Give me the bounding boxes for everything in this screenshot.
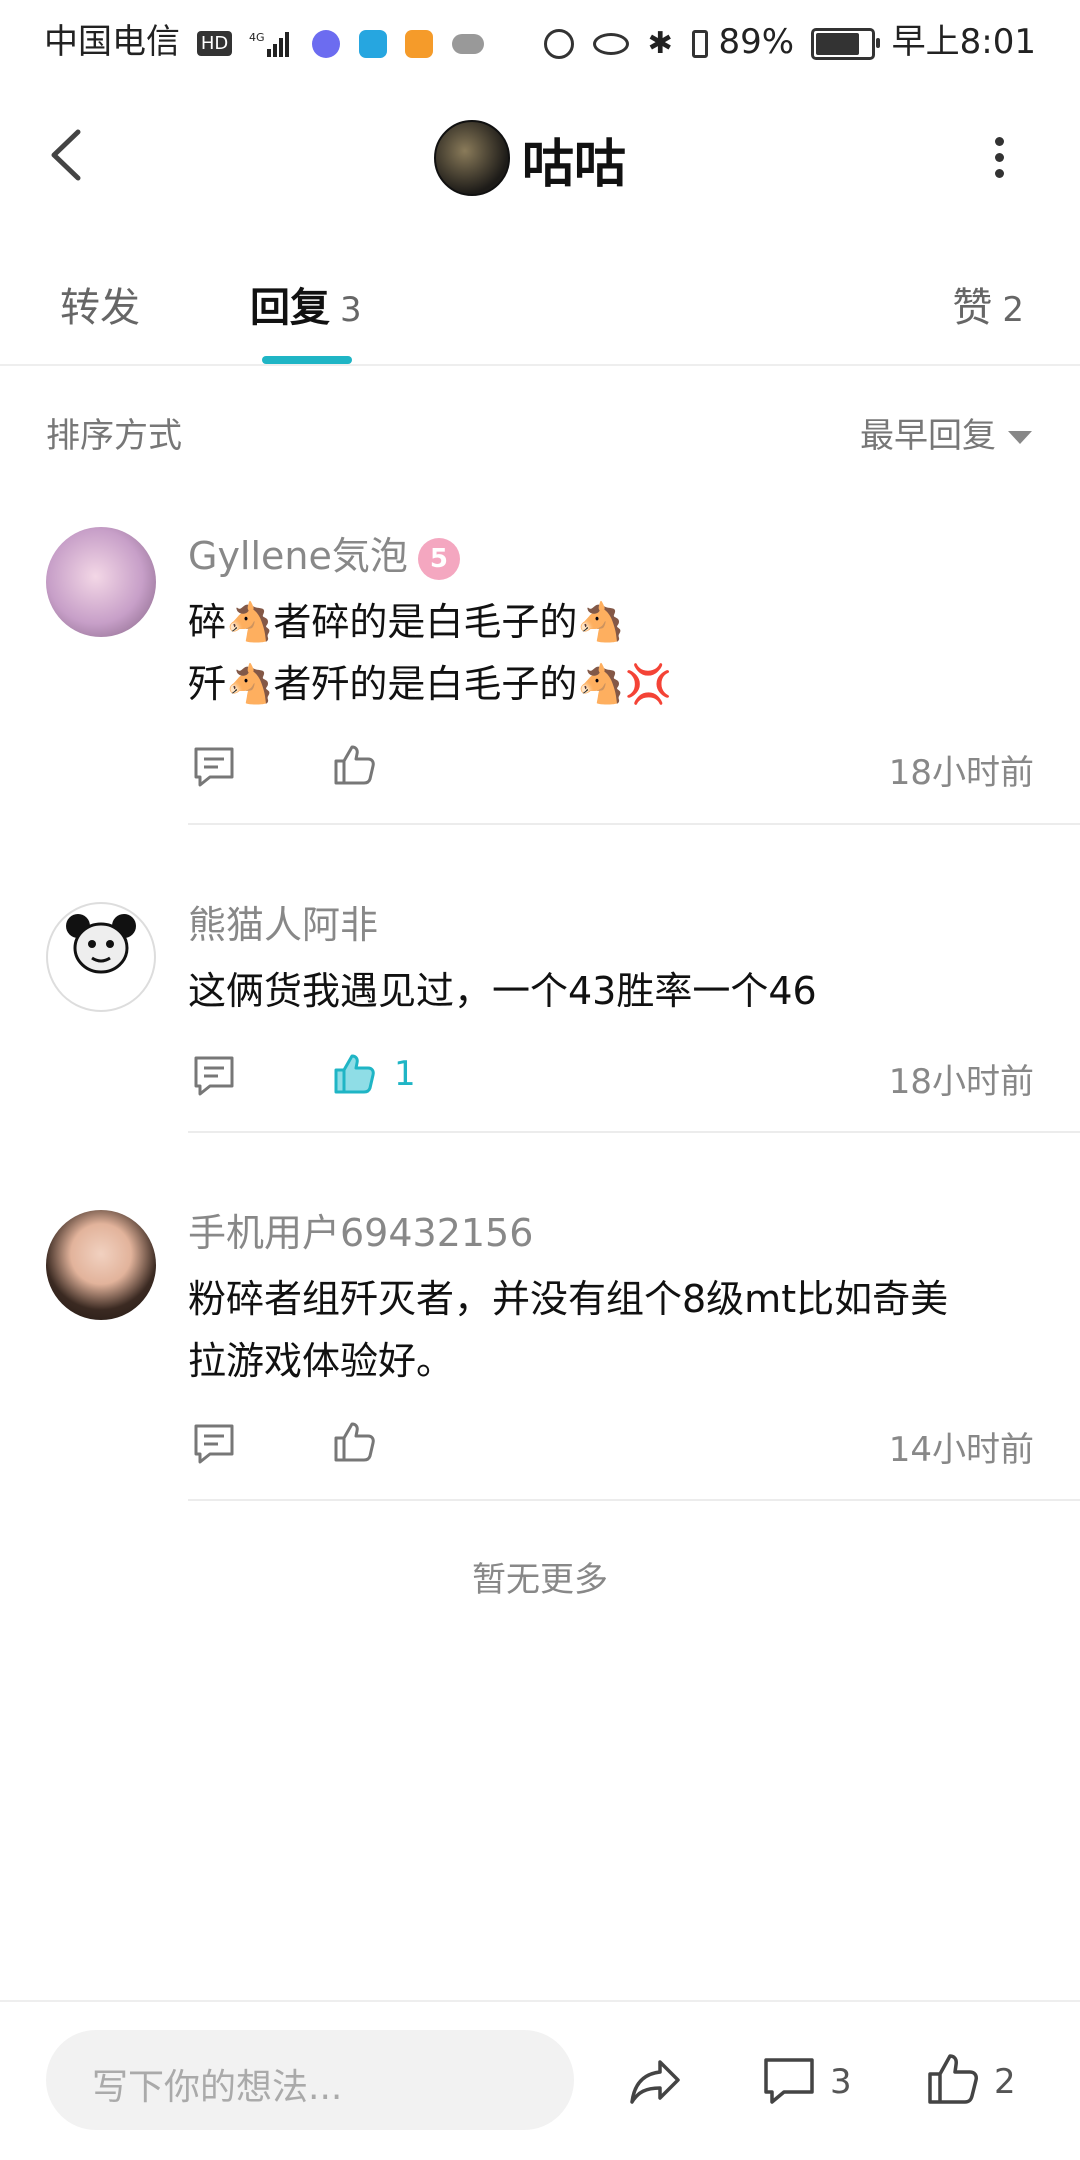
comment-line: 粉碎者组歼灭者，并没有组个8级mt比如奇美 xyxy=(188,1277,949,1321)
comment-line: 歼🐴者歼的是白毛子的🐴💢 xyxy=(188,662,672,706)
status-bar: 中国电信 HD 4G ✱ 89% 早上8:01 xyxy=(0,0,1080,72)
battery-icon xyxy=(810,27,880,60)
commenter-avatar[interactable] xyxy=(46,527,156,637)
vibrate-icon xyxy=(691,29,708,58)
comment-item: 手机用户69432156 粉碎者组歼灭者，并没有组个8级mt比如奇美 拉游戏体验… xyxy=(0,1198,1080,1498)
comment-time: 14小时前 xyxy=(888,1430,1034,1470)
share-icon[interactable] xyxy=(626,2052,684,2110)
carrier-group: 中国电信 HD 4G xyxy=(44,14,485,63)
active-tab-indicator xyxy=(262,356,352,364)
sort-label: 排序方式 xyxy=(46,416,182,456)
more-icon[interactable] xyxy=(984,130,1014,190)
clock: 早上8:01 xyxy=(891,22,1036,62)
bottom-like-count: 2 xyxy=(994,2062,1016,2102)
level-badge: 5 xyxy=(417,537,460,580)
back-icon[interactable] xyxy=(40,120,100,190)
post-author-avatar[interactable] xyxy=(434,120,510,196)
comment-separator xyxy=(188,1499,1080,1501)
tab-replies-count: 3 xyxy=(340,290,362,330)
tab-replies-label: 回复 xyxy=(250,285,330,331)
tab-divider xyxy=(0,364,1080,366)
like-icon[interactable] xyxy=(924,2050,982,2108)
reply-input-placeholder: 写下你的想法... xyxy=(92,2067,343,2108)
tab-replies[interactable]: 回复 3 xyxy=(250,275,362,333)
commenter-name[interactable]: 手机用户69432156 xyxy=(188,1202,533,1257)
page-title: 咕咕 xyxy=(522,135,627,195)
comment-text: 碎🐴者碎的是白毛子的🐴 歼🐴者歼的是白毛子的🐴💢 xyxy=(188,591,1058,715)
bottom-comment-count: 3 xyxy=(830,2062,852,2102)
comment-line: 这俩货我遇见过，一个43胜率一个46 xyxy=(188,969,817,1013)
reply-input[interactable]: 写下你的想法... xyxy=(46,2030,574,2130)
carrier-label: 中国电信 xyxy=(44,22,180,62)
comment-item: 熊猫人阿非 这俩货我遇见过，一个43胜率一个46 1 18小时前 xyxy=(0,890,1080,1130)
comment-icon[interactable] xyxy=(190,1052,238,1100)
hd-icon: HD xyxy=(196,31,233,56)
comment-icon[interactable] xyxy=(190,743,238,791)
comment-separator xyxy=(188,1131,1080,1133)
music-app-icon xyxy=(311,29,340,58)
caret-down-icon xyxy=(1008,431,1032,444)
tab-likes-count: 2 xyxy=(1002,290,1024,330)
signal-icon: 4G xyxy=(249,31,290,57)
like-icon[interactable] xyxy=(330,741,378,789)
commenter-avatar[interactable] xyxy=(46,1210,156,1320)
comment-time: 18小时前 xyxy=(888,1062,1034,1102)
comment-time: 18小时前 xyxy=(888,753,1034,793)
comment-text: 粉碎者组歼灭者，并没有组个8级mt比如奇美 拉游戏体验好。 xyxy=(188,1268,1058,1392)
status-right-group: ✱ 89% 早上8:01 xyxy=(544,14,1036,63)
commenter-name[interactable]: 熊猫人阿非 xyxy=(188,894,378,949)
comment-icon[interactable] xyxy=(760,2052,818,2110)
tab-forward[interactable]: 转发 xyxy=(60,275,140,333)
no-more-label: 暂无更多 xyxy=(472,1560,608,1600)
panda-meme-icon xyxy=(62,914,140,998)
comment-icon[interactable] xyxy=(190,1420,238,1468)
tab-forward-label: 转发 xyxy=(60,285,140,331)
like-icon-active[interactable] xyxy=(330,1050,378,1098)
comment-item: Gyllene気泡 5 碎🐴者碎的是白毛子的🐴 歼🐴者歼的是白毛子的🐴💢 18小时… xyxy=(0,515,1080,825)
like-icon[interactable] xyxy=(330,1418,378,1466)
commenter-name[interactable]: Gyllene気泡 5 xyxy=(188,525,460,580)
comment-line: 碎🐴者碎的是白毛子的🐴 xyxy=(188,600,625,644)
sort-dropdown[interactable]: 最早回复 xyxy=(860,408,1032,457)
tab-likes[interactable]: 赞2 xyxy=(952,275,1024,333)
tab-likes-label: 赞 xyxy=(952,285,993,331)
battery-level xyxy=(815,32,859,55)
commenter-avatar[interactable] xyxy=(46,902,156,1012)
sort-value: 最早回复 xyxy=(860,416,996,456)
bottom-divider xyxy=(0,2000,1080,2002)
comment-text: 这俩货我遇见过，一个43胜率一个46 xyxy=(188,960,1058,1022)
video-app-icon xyxy=(405,29,434,58)
like-count: 1 xyxy=(394,1054,416,1094)
nfc-icon xyxy=(544,28,575,59)
comment-separator xyxy=(188,823,1080,825)
comment-line: 拉游戏体验好。 xyxy=(188,1339,455,1383)
reader-app-icon xyxy=(358,29,387,58)
svg-text:4G: 4G xyxy=(249,31,265,44)
cloud-icon xyxy=(452,33,485,54)
commenter-name-text: Gyllene気泡 xyxy=(188,534,408,578)
bluetooth-icon: ✱ xyxy=(647,26,673,61)
battery-percent: 89% xyxy=(718,22,795,62)
eye-icon xyxy=(592,32,629,55)
